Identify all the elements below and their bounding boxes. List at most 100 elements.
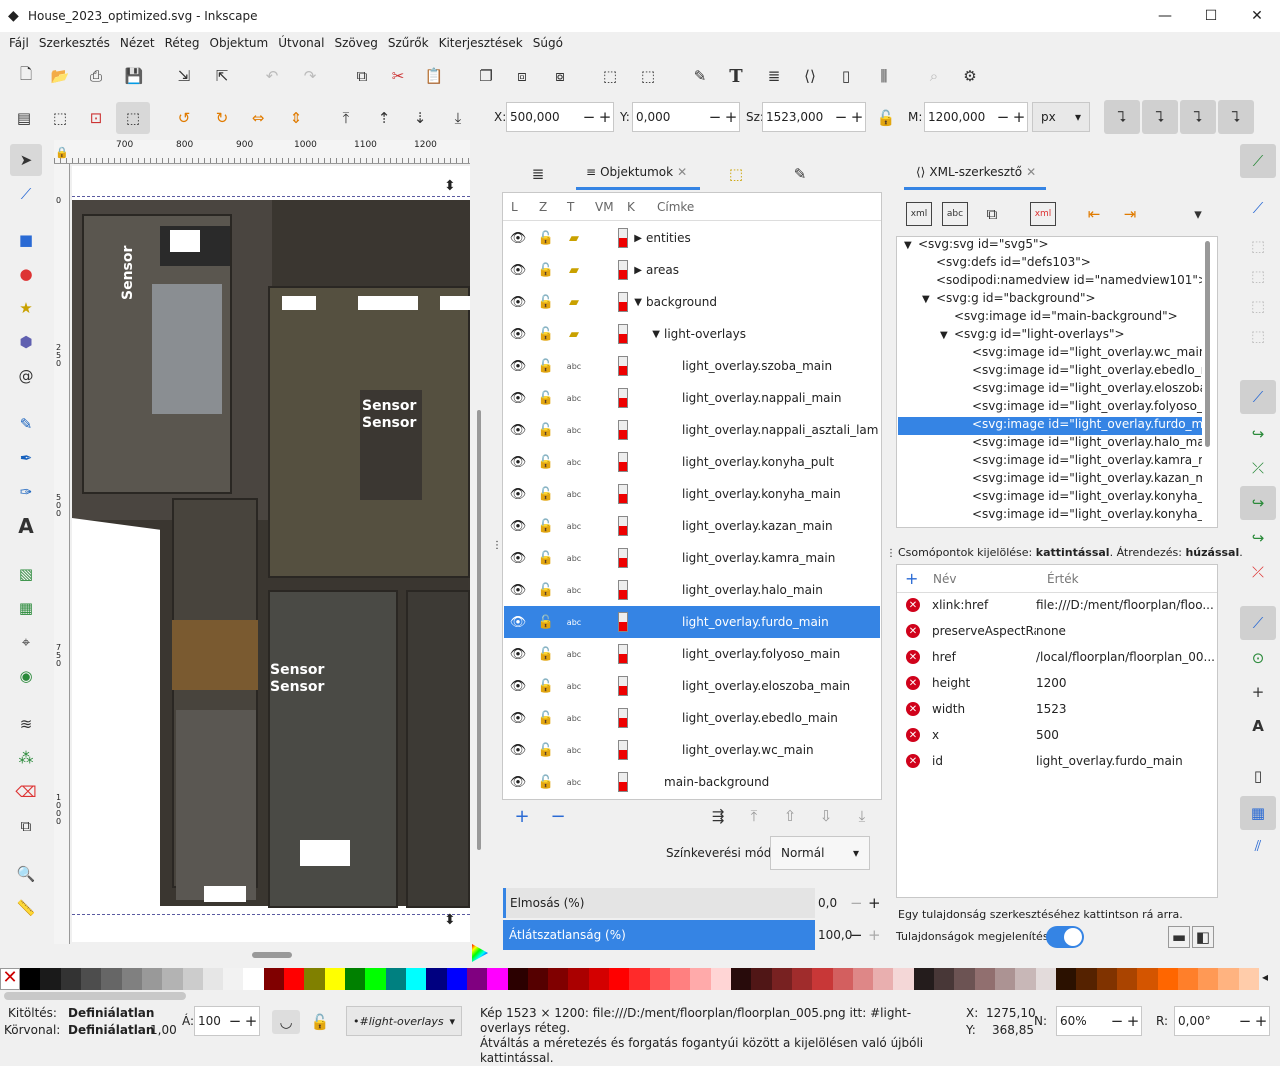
maximize-button[interactable]: ☐	[1188, 0, 1234, 32]
raise-icon[interactable]: ⇧	[778, 804, 802, 828]
zoom-in[interactable]: +	[1125, 1012, 1141, 1030]
xml-node[interactable]: <svg:image id="light_overlay.kamra_main"…	[898, 453, 1202, 471]
palette-swatch[interactable]	[527, 968, 549, 990]
object-row[interactable]: 👁 🔓 abc light_overlay.konyha_pult	[504, 446, 880, 478]
menu-layer[interactable]: Réteg	[160, 36, 205, 50]
delete-attribute-icon[interactable]: ✕	[906, 650, 920, 664]
object-row[interactable]: 👁 🔓 abc light_overlay.konyha_main	[504, 478, 880, 510]
stroke-width-value[interactable]: 1,00	[150, 1023, 177, 1037]
fill-stroke-tab-icon[interactable]: ✎	[788, 162, 812, 186]
redo-icon[interactable]: ↷	[298, 64, 322, 88]
close-tab-icon[interactable]: ✕	[677, 165, 687, 179]
snap-bbox-icon[interactable]: ⟋	[1246, 196, 1270, 220]
palette-swatch[interactable]	[20, 968, 41, 990]
scale-corners-icon[interactable]: ⮧	[1142, 100, 1178, 134]
scale-handle-icon[interactable]: ⬍	[444, 178, 456, 194]
menu-extensions[interactable]: Kiterjesztések	[434, 36, 528, 50]
width-decrement[interactable]: −	[833, 108, 849, 126]
rotate-ccw-icon[interactable]: ↺	[172, 106, 196, 130]
blur-increment[interactable]: +	[868, 894, 881, 912]
object-row[interactable]: 👁 🔓 abc light_overlay.nappali_main	[504, 382, 880, 414]
move-to-layer-icon[interactable]: ⇶	[706, 804, 730, 828]
eye-icon[interactable]: 👁	[504, 615, 532, 630]
menu-text[interactable]: Szöveg	[329, 36, 382, 50]
eye-icon[interactable]: 👁	[504, 327, 532, 342]
palette-swatch[interactable]	[588, 968, 610, 990]
delete-attribute-icon[interactable]: ✕	[906, 728, 920, 742]
xml-editor-icon[interactable]: ⟨⟩	[798, 64, 822, 88]
scale-handle-icon[interactable]: ⬍	[444, 912, 456, 928]
eye-icon[interactable]: 👁	[504, 231, 532, 246]
palette-swatch[interactable]	[791, 968, 813, 990]
color-tag-swatch[interactable]	[618, 708, 628, 728]
eye-icon[interactable]: 👁	[504, 583, 532, 598]
width-field[interactable]: 1523,000− +	[762, 102, 866, 132]
opacity-increment[interactable]: +	[868, 926, 881, 944]
xml-node[interactable]: <svg:image id="light_overlay.konyha_main…	[898, 489, 1202, 507]
rotate-cw-icon[interactable]: ↻	[210, 106, 234, 130]
more-options-icon[interactable]: ▾	[1186, 202, 1210, 226]
tweak-tool-icon[interactable]: ≋	[14, 712, 38, 736]
palette-swatch[interactable]	[1096, 968, 1117, 990]
object-row[interactable]: 👁 🔓 abc light_overlay.eloszoba_main	[504, 670, 880, 702]
color-tag-swatch[interactable]	[618, 324, 628, 344]
height-decrement[interactable]: −	[995, 108, 1011, 126]
lock-icon[interactable]: 🔓	[532, 327, 560, 342]
palette-swatch[interactable]	[121, 968, 142, 990]
expand-icon[interactable]: ▶	[628, 233, 646, 244]
ungroup-icon[interactable]: ⬚	[636, 64, 660, 88]
select-all-layers-icon[interactable]: ⬚	[48, 106, 72, 130]
color-tag-swatch[interactable]	[618, 548, 628, 568]
object-row[interactable]: 👁 🔓 abc main-background	[504, 766, 880, 798]
blur-slider[interactable]: Elmosás (%)	[503, 888, 815, 918]
calligraphy-tool-icon[interactable]: ✑	[14, 480, 38, 504]
duplicate-node-icon[interactable]: ⧉	[980, 202, 1004, 226]
no-paint-swatch[interactable]: ✕	[0, 968, 20, 990]
palette-swatch[interactable]	[1035, 968, 1056, 990]
lock-icon[interactable]: 🔓	[532, 263, 560, 278]
color-tag-swatch[interactable]	[618, 260, 628, 280]
snap-text-baseline-icon[interactable]: A	[1246, 714, 1270, 738]
color-tag-swatch[interactable]	[618, 772, 628, 792]
eye-icon[interactable]: 👁	[504, 487, 532, 502]
open-icon[interactable]: 📂	[48, 64, 72, 88]
eye-icon[interactable]: 👁	[504, 647, 532, 662]
unit-select[interactable]: px ▾	[1032, 102, 1090, 132]
xml-node[interactable]: <svg:image id="light_overlay.eloszoba_ma…	[898, 381, 1202, 399]
dropper-tool-icon[interactable]: ⌖	[14, 630, 38, 654]
pencil-tool-icon[interactable]: ✎	[14, 412, 38, 436]
palette-swatch[interactable]	[852, 968, 874, 990]
palette-swatch[interactable]	[365, 968, 386, 990]
color-tag-swatch[interactable]	[618, 228, 628, 248]
star-tool-icon[interactable]: ★	[14, 296, 38, 320]
color-tag-swatch[interactable]	[618, 292, 628, 312]
panel-splitter-handle[interactable]: ⋮	[492, 540, 502, 551]
lock-icon[interactable]: 🔓	[532, 775, 560, 790]
snap-rotation-center-icon[interactable]: +	[1246, 680, 1270, 704]
palette-swatch[interactable]	[1076, 968, 1097, 990]
object-row[interactable]: 👁 🔓 abc light_overlay.nappali_asztali_lam	[504, 414, 880, 446]
snap-enable-icon[interactable]: ⟋	[1240, 144, 1276, 178]
stroke-value[interactable]: Definiálatlan	[68, 1023, 154, 1037]
snap-bbox-corner-icon[interactable]: ⬚	[1246, 264, 1270, 288]
layers-icon[interactable]: ≣	[762, 64, 786, 88]
color-management-icon[interactable]	[472, 944, 488, 962]
palette-swatch[interactable]	[385, 968, 406, 990]
delete-attribute-icon[interactable]: ✕	[906, 676, 920, 690]
xml-node[interactable]: <svg:image id="light_overlay.ebedlo_main…	[898, 363, 1202, 381]
object-row[interactable]: 👁 🔓 abc light_overlay.szoba_main	[504, 350, 880, 382]
eye-icon[interactable]: 👁	[504, 551, 532, 566]
palette-swatch[interactable]	[284, 968, 305, 990]
expand-icon[interactable]: ▼	[940, 330, 954, 341]
width-increment[interactable]: +	[849, 108, 865, 126]
snap-page-border-icon[interactable]: ▯	[1246, 764, 1270, 788]
preferences-icon[interactable]: ⚙	[958, 64, 982, 88]
palette-swatch[interactable]	[730, 968, 752, 990]
paint-bucket-tool-icon[interactable]: ◉	[14, 664, 38, 688]
rotation-increment[interactable]: +	[1253, 1012, 1269, 1030]
lower-icon[interactable]: ⇣	[408, 106, 432, 130]
palette-swatch[interactable]	[670, 968, 691, 990]
menu-edit[interactable]: Szerkesztés	[34, 36, 115, 50]
layer-lock-icon[interactable]: 🔓	[308, 1010, 332, 1034]
palette-swatch[interactable]	[80, 968, 102, 990]
